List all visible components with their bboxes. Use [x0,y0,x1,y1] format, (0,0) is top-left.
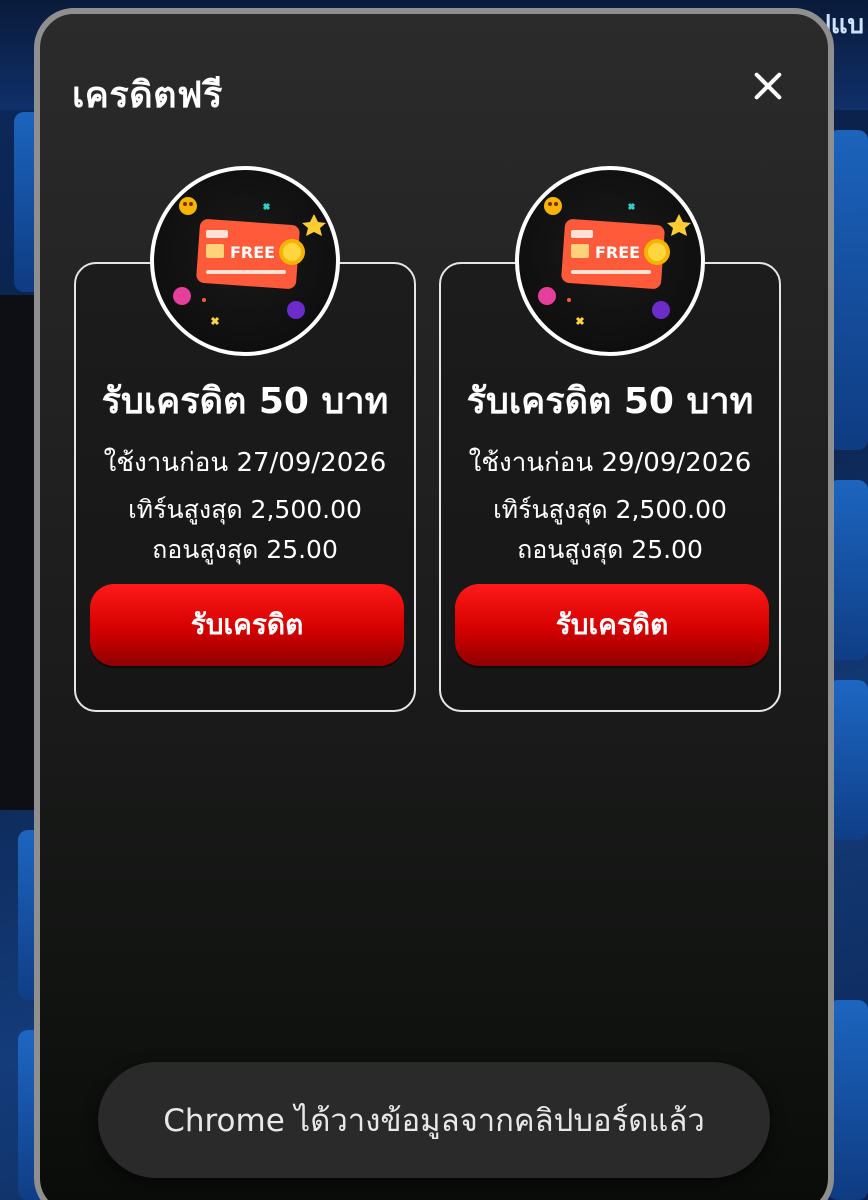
background-tile [828,680,868,840]
free-card-icon: FREE [173,197,326,326]
free-card-icon: FREE [538,197,691,326]
credit-card-2: FREE รับเครดิต 50 บาท ใช้งานก่อน 29/09/2… [439,166,781,712]
card-expiry: ใช้งานก่อน 27/09/2026 [103,448,387,478]
card-withdraw: ถอนสูงสุด 25.00 [517,535,703,564]
free-credit-modal: เครดิตฟรี FREE รับเครดิต 50 บาท ใช้งานก่… [34,8,834,1200]
claim-credit-button[interactable]: รับเครดิต [90,584,404,666]
credit-card-1: FREE รับเครดิต 50 บาท ใช้งานก่อน 27/09/2… [74,166,416,712]
free-credit-badge: FREE [515,166,705,356]
close-icon[interactable] [748,66,788,106]
card-turnover: เทิร์นสูงสุด 2,500.00 [493,495,727,524]
card-title: รับเครดิต 50 บาท [466,381,754,422]
card-expiry: ใช้งานก่อน 29/09/2026 [468,448,752,478]
free-credit-badge: FREE [150,166,340,356]
card-withdraw: ถอนสูงสุด 25.00 [152,535,338,564]
background-tile [828,480,868,660]
background-tile [828,130,868,450]
modal-title: เครดิตฟรี [72,75,223,116]
badge-free-text: FREE [595,243,640,262]
claim-credit-button[interactable]: รับเครดิต [455,584,769,666]
background-tile [828,1000,868,1200]
card-title: รับเครดิต 50 บาท [101,381,389,422]
badge-free-text: FREE [230,243,275,262]
card-turnover: เทิร์นสูงสุด 2,500.00 [128,495,362,524]
clipboard-toast: Chrome ได้วางข้อมูลจากคลิปบอร์ดแล้ว [98,1062,770,1178]
